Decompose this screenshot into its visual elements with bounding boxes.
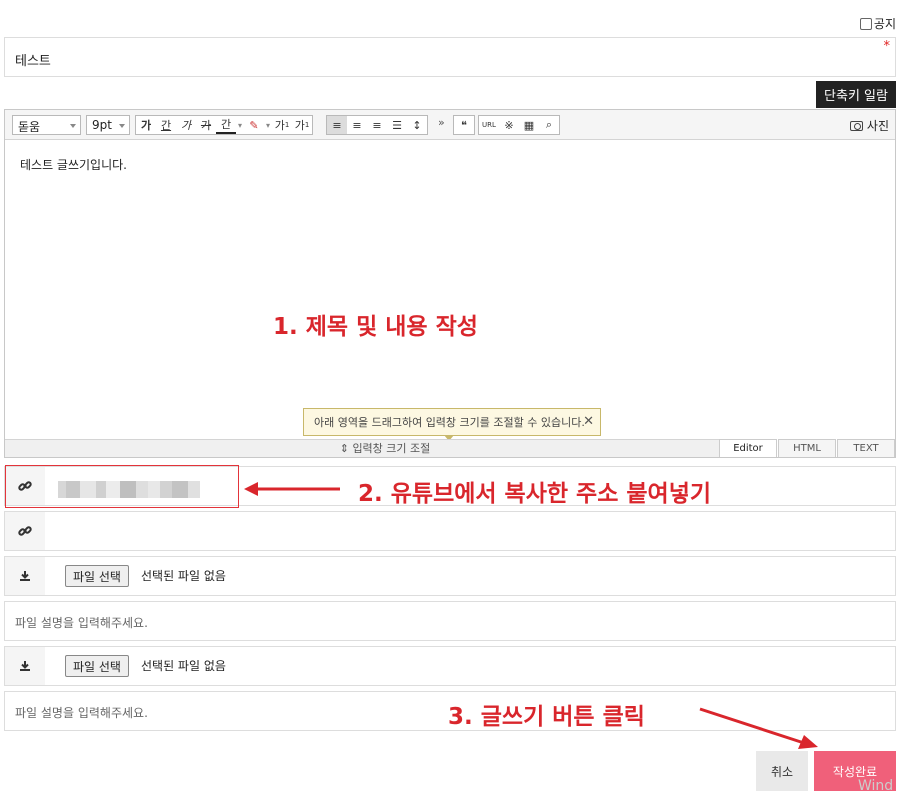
align-center-icon[interactable]: ≡	[347, 116, 367, 134]
file-description-placeholder: 파일 설명을 입력해주세요.	[15, 706, 148, 720]
tab-html[interactable]: HTML	[778, 439, 836, 457]
italic-button[interactable]: 가	[176, 116, 196, 134]
url-button[interactable]: URL	[479, 116, 499, 134]
resize-label: 입력창 크기 조절	[352, 442, 431, 455]
font-size-select[interactable]: 9pt	[86, 115, 130, 135]
font-color-button[interactable]: 간	[216, 116, 236, 134]
tab-text[interactable]: TEXT	[837, 439, 895, 457]
no-file-label: 선택된 파일 없음	[141, 569, 226, 583]
file-upload-row: 파일 선택 선택된 파일 없음	[4, 646, 896, 686]
editor-toolbar: 돋움 9pt 가 간 가 가 간 ▾ ✎ ▾ 가1 가1 ≡ ≡ ≡ ☰ ↕ »…	[5, 110, 895, 140]
superscript-button[interactable]: 가1	[272, 116, 292, 134]
watermark: Wind	[858, 778, 894, 794]
align-group: ≡ ≡ ≡ ☰ ↕	[326, 115, 428, 135]
download-icon	[5, 557, 45, 595]
camera-icon	[849, 120, 863, 131]
link-icon	[5, 512, 45, 550]
blurred-url	[58, 481, 226, 498]
align-right-icon[interactable]: ≡	[367, 116, 387, 134]
file-description-input[interactable]: 파일 설명을 입력해주세요.	[4, 601, 896, 641]
line-height-icon[interactable]: ↕	[407, 116, 427, 134]
subscript-button[interactable]: 가1	[292, 116, 312, 134]
download-icon	[5, 647, 45, 685]
arrow-diagonal-icon	[699, 707, 818, 749]
special-char-icon[interactable]: ※	[499, 116, 519, 134]
file-upload-row: 파일 선택 선택된 파일 없음	[4, 556, 896, 596]
color-dropdown-icon[interactable]: ▾	[236, 116, 244, 134]
text-style-group: 가 간 가 가 간 ▾ ✎ ▾ 가1 가1	[135, 115, 313, 135]
search-icon[interactable]: ⌕	[539, 116, 559, 134]
no-file-label: 선택된 파일 없음	[141, 659, 226, 673]
font-family-value: 돋움	[18, 120, 41, 134]
file-description-placeholder: 파일 설명을 입력해주세요.	[15, 616, 148, 630]
subject-input[interactable]: 테스트 *	[4, 37, 896, 77]
resize-arrows-icon: ⇕	[339, 442, 353, 455]
checkbox-box[interactable]	[859, 17, 872, 30]
photo-label: 사진	[866, 119, 889, 133]
highlight-icon[interactable]: ✎	[244, 116, 264, 134]
more-tools-icon[interactable]: »	[438, 116, 445, 129]
align-left-icon[interactable]: ≡	[327, 116, 347, 134]
cancel-button[interactable]: 취소	[756, 751, 808, 791]
editor-mode-tabs: Editor HTML TEXT	[718, 439, 895, 457]
photo-button[interactable]: 사진	[849, 117, 889, 134]
annotation-step2: 2. 유튜브에서 복사한 주소 붙여넣기	[358, 481, 712, 507]
resize-handle[interactable]: ⇕ 입력창 크기 조절	[5, 439, 765, 457]
notice-checkbox[interactable]: 공지	[859, 15, 896, 32]
align-justify-icon[interactable]: ☰	[387, 116, 407, 134]
editor-content[interactable]: 테스트 글쓰기입니다.	[20, 156, 127, 173]
notice-label: 공지	[873, 17, 896, 31]
annotation-step3: 3. 글쓰기 버튼 클릭	[448, 704, 645, 730]
resize-tooltip: 아래 영역을 드래그하여 입력창 크기를 조절할 수 있습니다. ✕	[303, 408, 601, 441]
tab-editor[interactable]: Editor	[719, 439, 777, 457]
arrow-left-icon	[244, 482, 340, 496]
file-select-button[interactable]: 파일 선택	[65, 565, 129, 587]
rich-text-editor[interactable]: 돋움 9pt 가 간 가 가 간 ▾ ✎ ▾ 가1 가1 ≡ ≡ ≡ ☰ ↕ »…	[4, 109, 896, 458]
subscript-glyph: 가	[294, 119, 305, 132]
close-icon[interactable]: ✕	[583, 414, 594, 429]
underline-button[interactable]: 간	[156, 116, 176, 134]
table-icon[interactable]: ▦	[519, 116, 539, 134]
superscript-glyph: 가	[274, 119, 285, 132]
font-size-value: 9pt	[92, 118, 112, 132]
link-input-row[interactable]	[4, 511, 896, 551]
required-mark: *	[883, 39, 891, 54]
tooltip-text: 아래 영역을 드래그하여 입력창 크기를 조절할 수 있습니다.	[314, 416, 585, 429]
font-family-select[interactable]: 돋움	[12, 115, 81, 135]
subject-value: 테스트	[15, 54, 51, 69]
quote-button[interactable]: ❝	[454, 116, 474, 134]
bold-button[interactable]: 가	[136, 116, 156, 134]
shortcut-list-button[interactable]: 단축키 일람	[816, 81, 896, 108]
highlight-dropdown-icon[interactable]: ▾	[264, 116, 272, 134]
quote-group: ❝	[453, 115, 475, 135]
annotation-step1: 1. 제목 및 내용 작성	[273, 314, 478, 340]
insert-group: URL ※ ▦ ⌕	[478, 115, 560, 135]
strikethrough-button[interactable]: 가	[196, 116, 216, 134]
file-select-button[interactable]: 파일 선택	[65, 655, 129, 677]
